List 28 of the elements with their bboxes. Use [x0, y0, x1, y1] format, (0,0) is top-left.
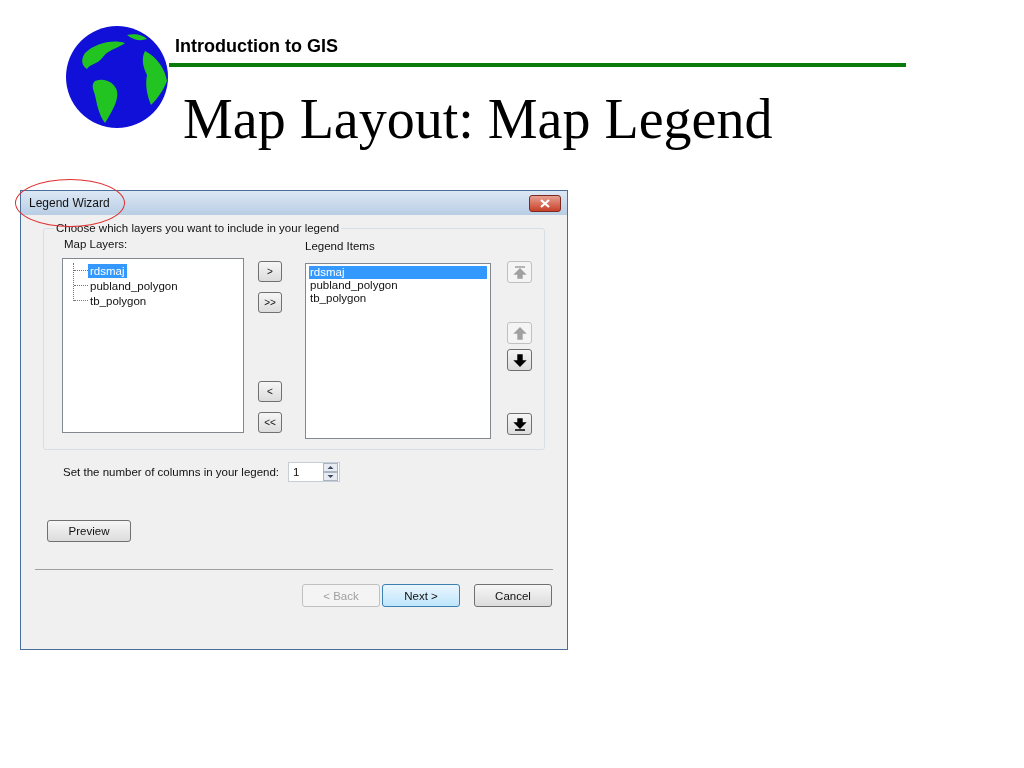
close-button[interactable] [529, 194, 561, 212]
columns-spinner[interactable]: 1 [288, 462, 340, 482]
arrow-icon [512, 264, 527, 280]
columns-label: Set the number of columns in your legend: [63, 466, 281, 478]
preview-button[interactable]: Preview [47, 520, 131, 542]
list-item[interactable]: publand_polygon [309, 279, 487, 292]
list-label: Map Layers: [63, 238, 129, 252]
move-bottom-button[interactable] [507, 413, 532, 435]
arrow-icon [512, 416, 527, 432]
list-item[interactable]: tb_polygon [309, 292, 487, 305]
close-icon [540, 198, 550, 208]
arrow-icon [512, 352, 527, 368]
spin-up-icon[interactable] [323, 463, 338, 472]
window-title: Legend Wizard [29, 196, 110, 210]
remove-button[interactable]: << [258, 412, 282, 433]
cancel-button[interactable]: Cancel [474, 584, 552, 607]
list-label: Legend Items [305, 240, 376, 254]
tree-item[interactable]: tb_polygon [88, 293, 149, 308]
slide-title: Map Layout: Map Legend [183, 87, 774, 151]
add-button[interactable]: >> [258, 292, 282, 313]
next-button[interactable]: Next > [382, 584, 460, 607]
arrow-icon [512, 325, 527, 341]
slide-header: Introduction to GIS [175, 35, 339, 57]
spin-down-icon[interactable] [323, 472, 338, 481]
move-down-button[interactable] [507, 349, 532, 371]
add-button[interactable]: > [258, 261, 282, 282]
tree-item[interactable]: publand_polygon [88, 278, 180, 293]
remove-button[interactable]: < [258, 381, 282, 402]
